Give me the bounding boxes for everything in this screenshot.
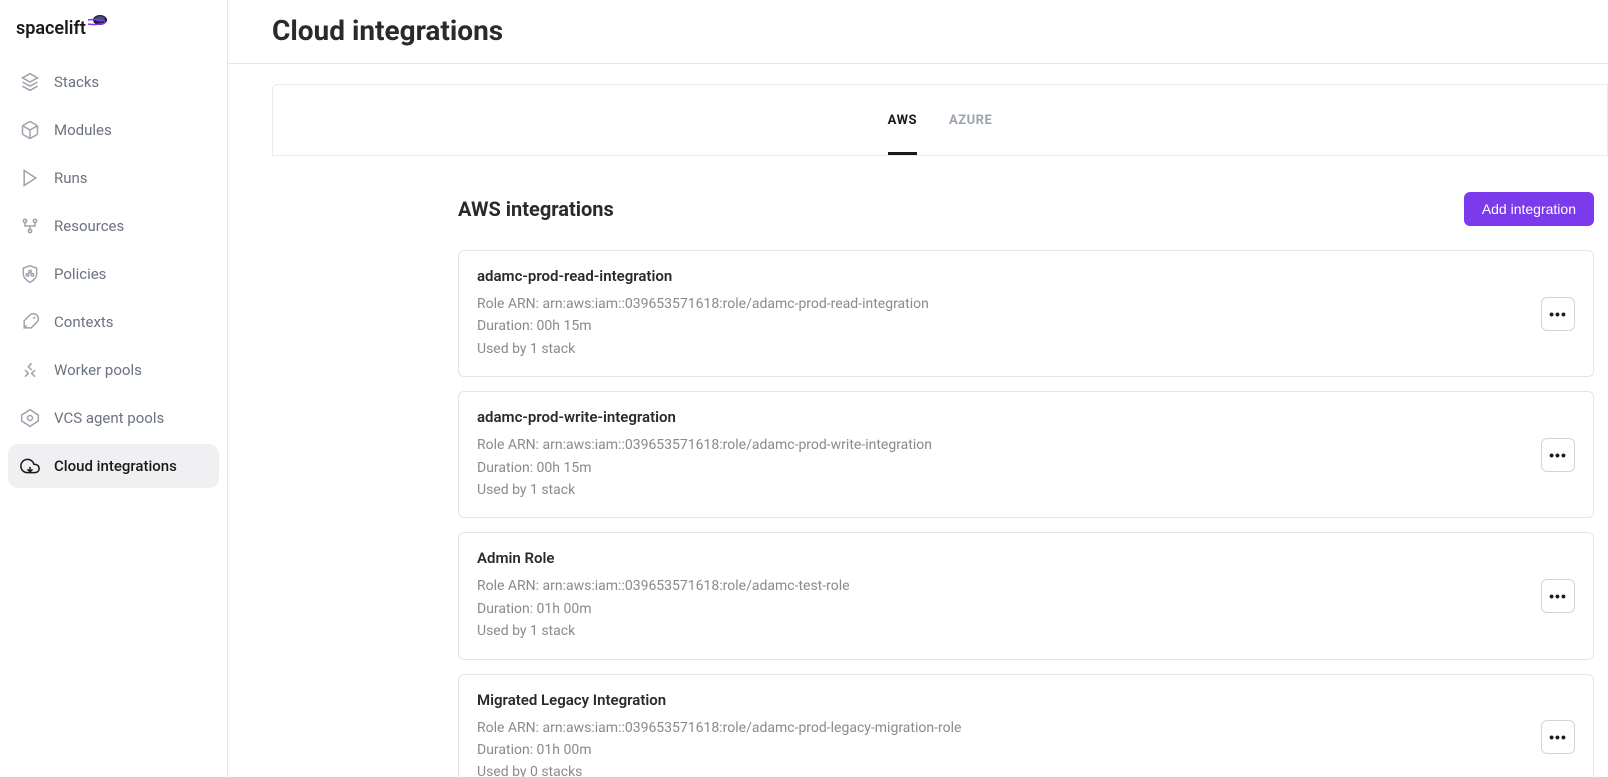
sidebar-item-label: Contexts [54,313,114,331]
integration-role-arn: Role ARN: arn:aws:iam::039653571618:role… [477,717,1541,739]
sidebar-item-resources[interactable]: Resources [8,204,219,248]
integration-card: Admin Role Role ARN: arn:aws:iam::039653… [458,532,1594,659]
integration-card: Migrated Legacy Integration Role ARN: ar… [458,674,1594,777]
integration-info: Admin Role Role ARN: arn:aws:iam::039653… [477,549,1541,642]
page-title: Cloud integrations [272,14,1564,47]
integration-duration: Duration: 00h 15m [477,457,1541,479]
integration-name: adamc-prod-write-integration [477,408,1541,426]
integration-used-by: Used by 1 stack [477,479,1541,501]
integration-role-arn: Role ARN: arn:aws:iam::039653571618:role… [477,293,1541,315]
ellipsis-icon: ••• [1549,729,1567,745]
sidebar-item-cloud-integrations[interactable]: Cloud integrations [8,444,219,488]
tab-azure[interactable]: AZURE [949,85,992,155]
integration-role-arn: Role ARN: arn:aws:iam::039653571618:role… [477,575,1541,597]
sidebar-item-label: Runs [54,169,88,187]
sidebar-item-label: Cloud integrations [54,457,177,475]
sidebar-item-modules[interactable]: Modules [8,108,219,152]
sidebar-item-label: Resources [54,217,124,235]
integration-info: adamc-prod-read-integration Role ARN: ar… [477,267,1541,360]
section-title: AWS integrations [458,197,614,221]
cloud-integrations-icon [20,456,40,476]
more-options-button[interactable]: ••• [1541,720,1575,754]
more-options-button[interactable]: ••• [1541,579,1575,613]
tabs-card: AWS AZURE [272,84,1608,156]
integrations-section: AWS integrations Add integration adamc-p… [272,156,1608,777]
sidebar-item-contexts[interactable]: Contexts [8,300,219,344]
worker-pools-icon [20,360,40,380]
integration-name: adamc-prod-read-integration [477,267,1541,285]
sidebar-item-vcs-agent-pools[interactable]: VCS agent pools [8,396,219,440]
integration-duration: Duration: 01h 00m [477,739,1541,761]
integration-name: Migrated Legacy Integration [477,691,1541,709]
sidebar-item-runs[interactable]: Runs [8,156,219,200]
ellipsis-icon: ••• [1549,588,1567,604]
page-header: Cloud integrations [228,0,1608,64]
ellipsis-icon: ••• [1549,447,1567,463]
integration-role-arn: Role ARN: arn:aws:iam::039653571618:role… [477,434,1541,456]
sidebar-item-stacks[interactable]: Stacks [8,60,219,104]
content-wrapper: AWS AZURE AWS integrations Add integrati… [228,64,1608,777]
main-content: Cloud integrations AWS AZURE AWS integra… [228,0,1608,777]
policies-icon [20,264,40,284]
integration-used-by: Used by 1 stack [477,620,1541,642]
brand-name: spacelift [16,18,86,39]
resources-icon [20,216,40,236]
integration-card: adamc-prod-read-integration Role ARN: ar… [458,250,1594,377]
stacks-icon [20,72,40,92]
integration-info: adamc-prod-write-integration Role ARN: a… [477,408,1541,501]
more-options-button[interactable]: ••• [1541,297,1575,331]
sidebar-item-label: Worker pools [54,361,142,379]
sidebar-item-policies[interactable]: Policies [8,252,219,296]
brand-logo[interactable]: spacelift [8,16,219,60]
integration-info: Migrated Legacy Integration Role ARN: ar… [477,691,1541,777]
add-integration-button[interactable]: Add integration [1464,192,1594,226]
sidebar-item-label: Stacks [54,73,99,91]
section-header: AWS integrations Add integration [458,192,1608,226]
runs-icon [20,168,40,188]
vcs-agent-pools-icon [20,408,40,428]
sidebar-item-label: VCS agent pools [54,409,164,427]
sidebar-item-label: Policies [54,265,106,283]
integration-card: adamc-prod-write-integration Role ARN: a… [458,391,1594,518]
more-options-button[interactable]: ••• [1541,438,1575,472]
sidebar-item-label: Modules [54,121,112,139]
integration-duration: Duration: 01h 00m [477,598,1541,620]
tabs: AWS AZURE [273,85,1607,155]
ellipsis-icon: ••• [1549,306,1567,322]
integration-used-by: Used by 1 stack [477,338,1541,360]
tab-aws[interactable]: AWS [888,85,917,155]
integration-duration: Duration: 00h 15m [477,315,1541,337]
sidebar-item-worker-pools[interactable]: Worker pools [8,348,219,392]
modules-icon [20,120,40,140]
integration-used-by: Used by 0 stacks [477,761,1541,777]
integration-name: Admin Role [477,549,1541,567]
contexts-icon [20,312,40,332]
astronaut-icon [88,10,112,34]
sidebar: spacelift Stacks Modules Runs Resources … [0,0,228,777]
